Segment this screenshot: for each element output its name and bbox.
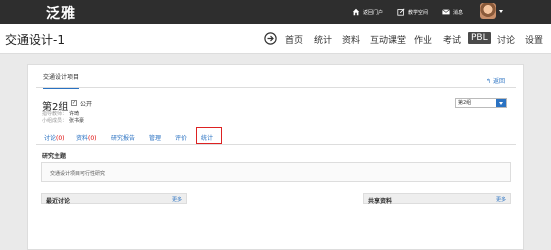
nav-settings[interactable]: 设置 bbox=[525, 33, 543, 46]
recent-discussion-more-link[interactable]: 更多 bbox=[172, 196, 182, 203]
topic-heading: 研究主题 bbox=[42, 153, 67, 160]
nav-interactive-class[interactable]: 互动课堂 bbox=[370, 33, 406, 46]
recent-discussion-panel: 最近讨论 更多 bbox=[41, 193, 187, 205]
edit-icon bbox=[397, 8, 405, 16]
nav-materials[interactable]: 资料 bbox=[342, 33, 360, 46]
messages-label: 消息 bbox=[453, 9, 464, 16]
statistics-highlight-box bbox=[196, 127, 222, 144]
portal-link[interactable]: 返回门户 bbox=[352, 0, 383, 24]
user-avatar[interactable] bbox=[480, 3, 496, 19]
public-checkbox[interactable]: ✓ bbox=[71, 100, 77, 106]
subtab-discussion-count: (0) bbox=[56, 135, 65, 142]
group-select[interactable]: 第2组 bbox=[455, 98, 507, 108]
nav-home[interactable]: 首页 bbox=[285, 33, 303, 46]
teaching-space-link[interactable]: 教学空间 bbox=[397, 0, 428, 24]
shared-materials-title: 共享资料 bbox=[368, 198, 393, 205]
public-label: 公开 bbox=[80, 101, 93, 108]
topic-text: 交通设计项目可行性研究 bbox=[50, 171, 106, 177]
subtab-materials[interactable]: 资料(0) bbox=[76, 133, 97, 142]
members-label: 小组成员： bbox=[42, 118, 68, 124]
course-title: 交通设计-1 bbox=[5, 33, 65, 47]
subtab-report[interactable]: 研究报告 bbox=[111, 133, 135, 142]
subtab-discussion[interactable]: 讨论(0) bbox=[44, 133, 65, 142]
project-panel: 交通设计项目 ↰ 返回 第2组 ✓ 公开 指导教师： 许琦 小组成员： 张书豪 第2… bbox=[27, 64, 524, 250]
members-row: 小组成员： 张书豪 bbox=[42, 117, 84, 124]
messages-link[interactable]: 消息 bbox=[442, 0, 463, 24]
nav-pbl[interactable]: PBL bbox=[468, 32, 491, 44]
chevron-down-icon[interactable] bbox=[496, 99, 506, 107]
subtab-materials-count: (0) bbox=[88, 135, 97, 142]
nav-discussion[interactable]: 讨论 bbox=[497, 33, 515, 46]
subtab-discussion-label: 讨论 bbox=[44, 135, 57, 142]
nav-statistics[interactable]: 统计 bbox=[314, 33, 332, 46]
chevron-down-icon[interactable] bbox=[499, 10, 503, 13]
divider bbox=[36, 87, 516, 88]
subtab-materials-label: 资料 bbox=[76, 135, 89, 142]
recent-discussion-title: 最近讨论 bbox=[46, 198, 71, 205]
return-link[interactable]: ↰ 返回 bbox=[486, 76, 505, 85]
group-select-value: 第2组 bbox=[458, 100, 472, 106]
subtab-evaluate[interactable]: 评价 bbox=[175, 133, 187, 142]
teacher-row: 指导教师： 许琦 bbox=[42, 110, 79, 117]
nav-homework[interactable]: 作业 bbox=[414, 33, 432, 46]
shared-materials-more-link[interactable]: 更多 bbox=[496, 196, 506, 203]
arrow-right-circle-icon[interactable] bbox=[264, 32, 277, 45]
divider bbox=[36, 144, 516, 145]
course-header: 交通设计-1 首页 统计 资料 互动课堂 作业 考试 PBL 讨论 设置 bbox=[0, 24, 551, 54]
topic-box: 交通设计项目可行性研究 bbox=[41, 162, 511, 182]
nav-exam[interactable]: 考试 bbox=[443, 33, 461, 46]
subtab-manage[interactable]: 管理 bbox=[149, 133, 161, 142]
home-icon bbox=[352, 8, 360, 16]
shared-materials-panel: 共享资料 更多 bbox=[363, 193, 511, 205]
top-bar: 泛雅 返回门户 教学空间 消息 bbox=[0, 0, 551, 24]
teaching-space-label: 教学空间 bbox=[408, 9, 429, 16]
portal-link-label: 返回门户 bbox=[363, 9, 384, 16]
members-name: 张书豪 bbox=[69, 118, 85, 124]
mail-icon bbox=[442, 9, 450, 15]
return-icon: ↰ bbox=[486, 78, 492, 85]
return-label: 返回 bbox=[492, 78, 505, 85]
app-logo[interactable]: 泛雅 bbox=[46, 3, 76, 23]
